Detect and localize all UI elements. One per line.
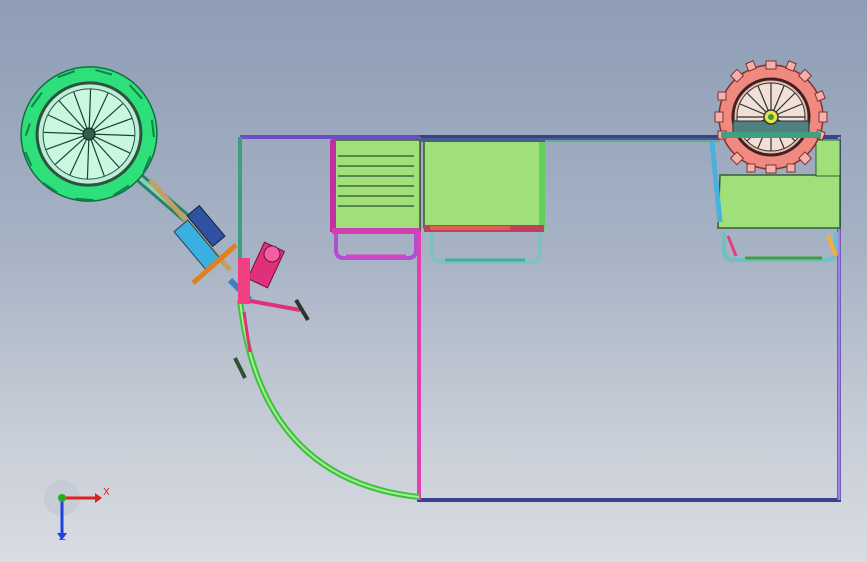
seat-module-center[interactable] <box>423 139 545 264</box>
brake-lever <box>233 357 247 379</box>
seat-base-bar <box>332 228 420 234</box>
seat-leg-frame <box>722 232 838 262</box>
seat-leg-frame <box>430 232 542 264</box>
x-axis-label: X <box>103 487 110 498</box>
front-wheel[interactable] <box>2 48 176 220</box>
graphics-viewport[interactable]: X Z <box>0 0 867 562</box>
seat-module-left[interactable] <box>330 139 421 260</box>
model-scene[interactable] <box>0 0 867 562</box>
seat-side-bar <box>330 140 336 232</box>
seat-leg-frame <box>334 234 418 260</box>
handlebar <box>244 298 301 312</box>
seat-panel <box>717 174 841 229</box>
seat-panel <box>423 139 545 229</box>
z-axis-label: Z <box>59 532 66 543</box>
rear-strut <box>709 141 723 223</box>
curved-frame-highlight <box>239 299 420 498</box>
y-axis-dot <box>58 494 66 502</box>
rear-wheel[interactable] <box>714 60 828 174</box>
seat-panel <box>331 139 421 231</box>
handlebar-assembly[interactable] <box>233 241 310 379</box>
orientation-triad: X Z <box>40 478 120 548</box>
